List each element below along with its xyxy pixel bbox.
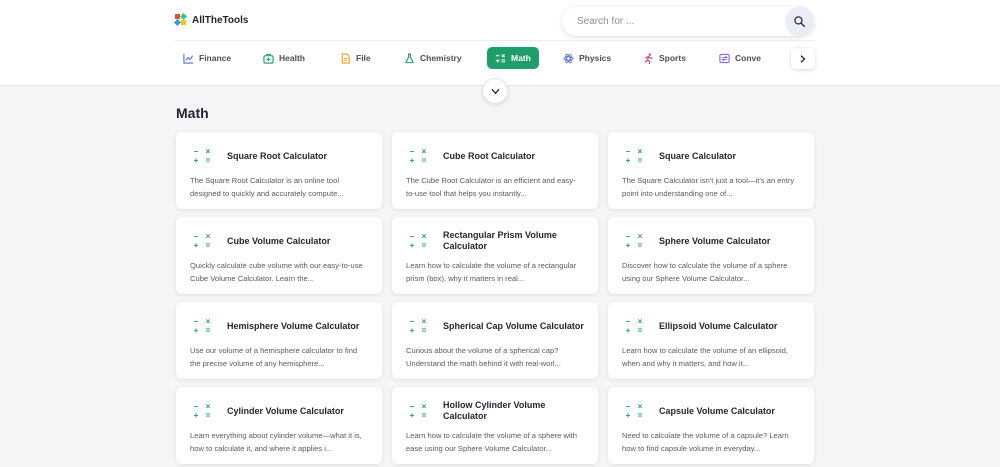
runner-icon	[643, 52, 654, 64]
logo-mark-icon	[173, 12, 188, 27]
tool-card-description: Curious about the volume of a spherical …	[406, 346, 561, 368]
tool-card-title: Cube Root Calculator	[443, 150, 536, 161]
file-icon	[340, 52, 351, 64]
tab-sports-label: Sports	[659, 53, 686, 63]
tab-math[interactable]: Math	[487, 47, 539, 69]
tool-card[interactable]: − × + = Square Root Calculator The Square R…	[176, 132, 382, 209]
tab-finance[interactable]: Finance	[175, 47, 239, 69]
tool-card-title: Rectangular Prism Volume Calculator	[443, 230, 557, 251]
convert-icon	[719, 53, 730, 64]
tool-card-description: The Cube Root Calculator is an efficient…	[406, 176, 576, 198]
math-operators-icon: − × + =	[625, 317, 643, 335]
math-operators-icon: − × + =	[625, 402, 643, 420]
tool-card[interactable]: − × + = Hollow Cylinder Volume Calculator L…	[392, 387, 598, 464]
math-operators-icon: − × + =	[625, 232, 643, 250]
header-divider	[175, 40, 815, 41]
tool-card-description: The Square Root Calculator is an online …	[190, 176, 344, 198]
tool-card[interactable]: − × + = Capsule Volume Calculator Need to c…	[608, 387, 814, 464]
tool-card-title: Spherical Cap Volume Calculator	[443, 320, 584, 331]
tool-card[interactable]: − × + = Rectangular Prism Volume Calculator…	[392, 217, 598, 294]
math-operators-icon: − × + =	[409, 317, 427, 335]
tool-card-description: Discover how to calculate the volume of …	[622, 261, 788, 283]
tool-card[interactable]: − × + = Spherical Cap Volume Calculator Cur…	[392, 302, 598, 379]
flask-icon	[404, 52, 415, 64]
tool-card-title: Square Calculator	[659, 150, 737, 161]
search-icon	[794, 16, 806, 28]
tool-card-title: Hollow Cylinder Volume Calculator	[443, 400, 546, 421]
tool-card[interactable]: − × + = Sphere Volume Calculator Discover h…	[608, 217, 814, 294]
tool-card-description: Learn how to calculate the volume of an …	[622, 346, 788, 368]
math-operators-icon: − × + =	[625, 147, 643, 165]
tool-card-description: Quickly calculate cube volume with our e…	[190, 261, 363, 283]
atom-icon	[563, 53, 574, 64]
tool-card[interactable]: − × + = Square Calculator The Square Calcul…	[608, 132, 814, 209]
tool-card-title: Square Root Calculator	[227, 150, 328, 161]
search-button[interactable]	[785, 7, 814, 36]
chevron-down-icon	[491, 88, 499, 94]
medical-kit-icon	[263, 53, 274, 64]
tab-converters-label: Conve	[735, 53, 761, 63]
tab-converters[interactable]: Conve	[711, 47, 769, 69]
search-bar	[562, 7, 814, 36]
math-operators-icon: − × + =	[193, 317, 211, 335]
tool-card[interactable]: − × + = Ellipsoid Volume Calculator Learn h…	[608, 302, 814, 379]
tool-card-title: Cylinder Volume Calculator	[227, 405, 344, 416]
tab-physics[interactable]: Physics	[555, 47, 619, 69]
tool-card[interactable]: − × + = Cylinder Volume Calculator Learn ev…	[176, 387, 382, 464]
nav-next-button[interactable]	[791, 48, 815, 69]
site-header: AllTheTools Finance Health	[0, 0, 1000, 86]
tool-card[interactable]: − × + = Hemisphere Volume Calculator Use ou…	[176, 302, 382, 379]
tab-chemistry[interactable]: Chemistry	[396, 47, 470, 69]
tool-card-description: Learn how to calculate the volume of a s…	[406, 431, 577, 453]
tool-card[interactable]: − × + = Cube Volume Calculator Quickly calc…	[176, 217, 382, 294]
tool-card-description: Learn everything about cylinder volume—w…	[190, 431, 362, 453]
math-operators-icon	[495, 53, 506, 64]
section-title: Math	[176, 105, 209, 121]
math-operators-icon: − × + =	[193, 232, 211, 250]
tab-health-label: Health	[279, 53, 305, 63]
tool-card[interactable]: − × + = Cube Root Calculator The Cube Root …	[392, 132, 598, 209]
tab-math-label: Math	[511, 53, 531, 63]
tool-card-title: Ellipsoid Volume Calculator	[659, 320, 778, 331]
tab-file[interactable]: File	[332, 47, 379, 69]
tab-health[interactable]: Health	[255, 47, 313, 69]
math-operators-icon: − × + =	[409, 402, 427, 420]
tool-card-description: Learn how to calculate the volume of a r…	[406, 261, 577, 283]
math-operators-icon: − × + =	[409, 232, 427, 250]
chart-icon	[183, 53, 194, 64]
tool-card-description: The Square Calculator isn't just a tool—…	[622, 176, 795, 198]
tool-card-title: Cube Volume Calculator	[227, 235, 331, 246]
math-operators-icon: − × + =	[193, 402, 211, 420]
brand-name: AllTheTools	[192, 14, 249, 26]
tab-file-label: File	[356, 53, 371, 63]
tool-card-title: Capsule Volume Calculator	[659, 405, 775, 416]
tab-chemistry-label: Chemistry	[420, 53, 462, 63]
tool-card-title: Sphere Volume Calculator	[659, 235, 771, 246]
tab-finance-label: Finance	[199, 53, 232, 63]
chevron-right-icon	[800, 54, 806, 63]
math-operators-icon: − × + =	[409, 147, 427, 165]
tool-card-description: Need to calculate the volume of a capsul…	[622, 431, 789, 453]
math-operators-icon: − × + =	[193, 147, 211, 165]
search-input[interactable]	[577, 13, 777, 29]
tab-physics-label: Physics	[579, 53, 612, 63]
tab-sports[interactable]: Sports	[635, 47, 694, 69]
tool-card-title: Hemisphere Volume Calculator	[227, 320, 360, 331]
collapse-nav-button[interactable]	[482, 78, 508, 104]
tool-card-description: Use our volume of a hemisphere calculato…	[190, 346, 358, 368]
brand-logo[interactable]: AllTheTools	[173, 12, 249, 27]
category-nav: Finance Health File Chemistry Math Physi…	[175, 47, 787, 71]
tool-card-grid: − × + = Square Root Calculator The Square R…	[176, 132, 814, 464]
